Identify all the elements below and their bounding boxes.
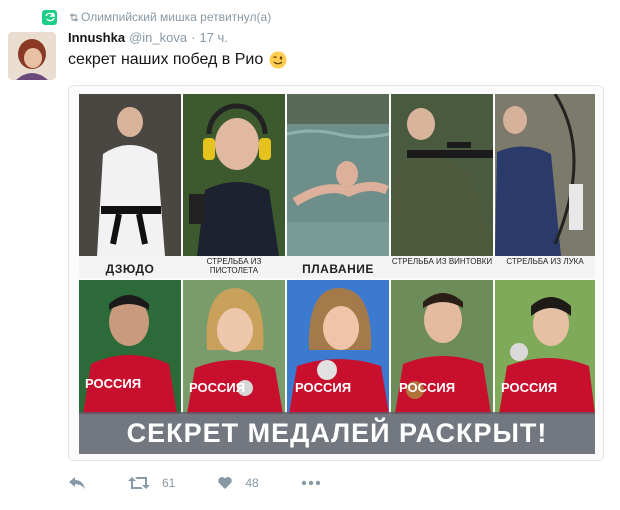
caption-rifle: СТРЕЛЬБА ИЗ ВИНТОВКИ bbox=[391, 257, 493, 266]
photo-archery bbox=[495, 94, 595, 256]
photo-judo bbox=[79, 94, 181, 256]
winking-face-icon bbox=[269, 51, 287, 69]
caption-strip-top: ДЗЮДО СТРЕЛЬБА ИЗ ПИСТОЛЕТА ПЛАВАНИЕ СТР… bbox=[79, 256, 595, 278]
photo-swimming bbox=[287, 94, 389, 256]
caption-pistol: СТРЕЛЬБА ИЗ ПИСТОЛЕТА bbox=[206, 257, 262, 275]
retweet-notice: Олимпийский мишка ретвитнул(а) bbox=[42, 8, 271, 26]
photo-athlete-pistol: РОССИЯ bbox=[183, 280, 285, 414]
like-button[interactable]: 48 bbox=[217, 476, 259, 490]
caption-judo: ДЗЮДО bbox=[105, 262, 155, 276]
reply-button[interactable] bbox=[68, 476, 86, 490]
jersey-text: РОССИЯ bbox=[295, 380, 352, 395]
heart-icon bbox=[218, 477, 233, 489]
author-name[interactable]: Innushka bbox=[68, 30, 125, 45]
photo-athlete-judo: РОССИЯ bbox=[79, 280, 181, 414]
jersey-text: РОССИЯ bbox=[501, 380, 558, 395]
avatar[interactable] bbox=[8, 32, 56, 80]
photo-athlete-archery: РОССИЯ bbox=[495, 280, 595, 414]
jersey-text: РОССИЯ bbox=[85, 376, 142, 391]
caption-archery: СТРЕЛЬБА ИЗ ЛУКА bbox=[506, 257, 584, 266]
photo-rifle bbox=[391, 94, 493, 256]
tweet-text: секрет наших побед в Рио bbox=[68, 51, 264, 68]
collage-banner: СЕКРЕТ МЕДАЛЕЙ РАСКРЫТ! bbox=[79, 412, 595, 454]
more-icon bbox=[301, 480, 320, 486]
reply-icon bbox=[69, 477, 85, 489]
jersey-text: РОССИЯ bbox=[189, 380, 246, 395]
photo-athlete-swimmer: РОССИЯ bbox=[287, 280, 389, 414]
tweet-text-row: секрет наших побед в Рио bbox=[68, 51, 287, 69]
retweet-notice-text[interactable]: Олимпийский мишка ретвитнул(а) bbox=[81, 10, 271, 24]
meme-collage-image[interactable]: ДЗЮДО СТРЕЛЬБА ИЗ ПИСТОЛЕТА ПЛАВАНИЕ СТР… bbox=[79, 94, 595, 454]
photo-pistol bbox=[183, 94, 285, 256]
tweet-actions: 61 48 bbox=[68, 472, 363, 494]
like-count: 48 bbox=[245, 476, 259, 490]
photo-athlete-rifle: РОССИЯ bbox=[391, 280, 493, 414]
tweet-timestamp[interactable]: 17 ч. bbox=[199, 30, 227, 45]
retweet-button[interactable]: 61 bbox=[128, 476, 175, 490]
caption-swimming: ПЛАВАНИЕ bbox=[302, 262, 374, 276]
jersey-text: РОССИЯ bbox=[399, 380, 456, 395]
retweet-count: 61 bbox=[162, 476, 176, 490]
media-card[interactable]: ДЗЮДО СТРЕЛЬБА ИЗ ПИСТОЛЕТА ПЛАВАНИЕ СТР… bbox=[68, 85, 604, 461]
separator-dot: · bbox=[191, 30, 196, 45]
retweet-badge-icon bbox=[42, 9, 57, 25]
retweet-icon bbox=[128, 477, 150, 489]
retweet-small-icon bbox=[69, 12, 79, 22]
more-button[interactable] bbox=[301, 480, 321, 486]
author-handle[interactable]: @in_kova bbox=[129, 30, 187, 45]
